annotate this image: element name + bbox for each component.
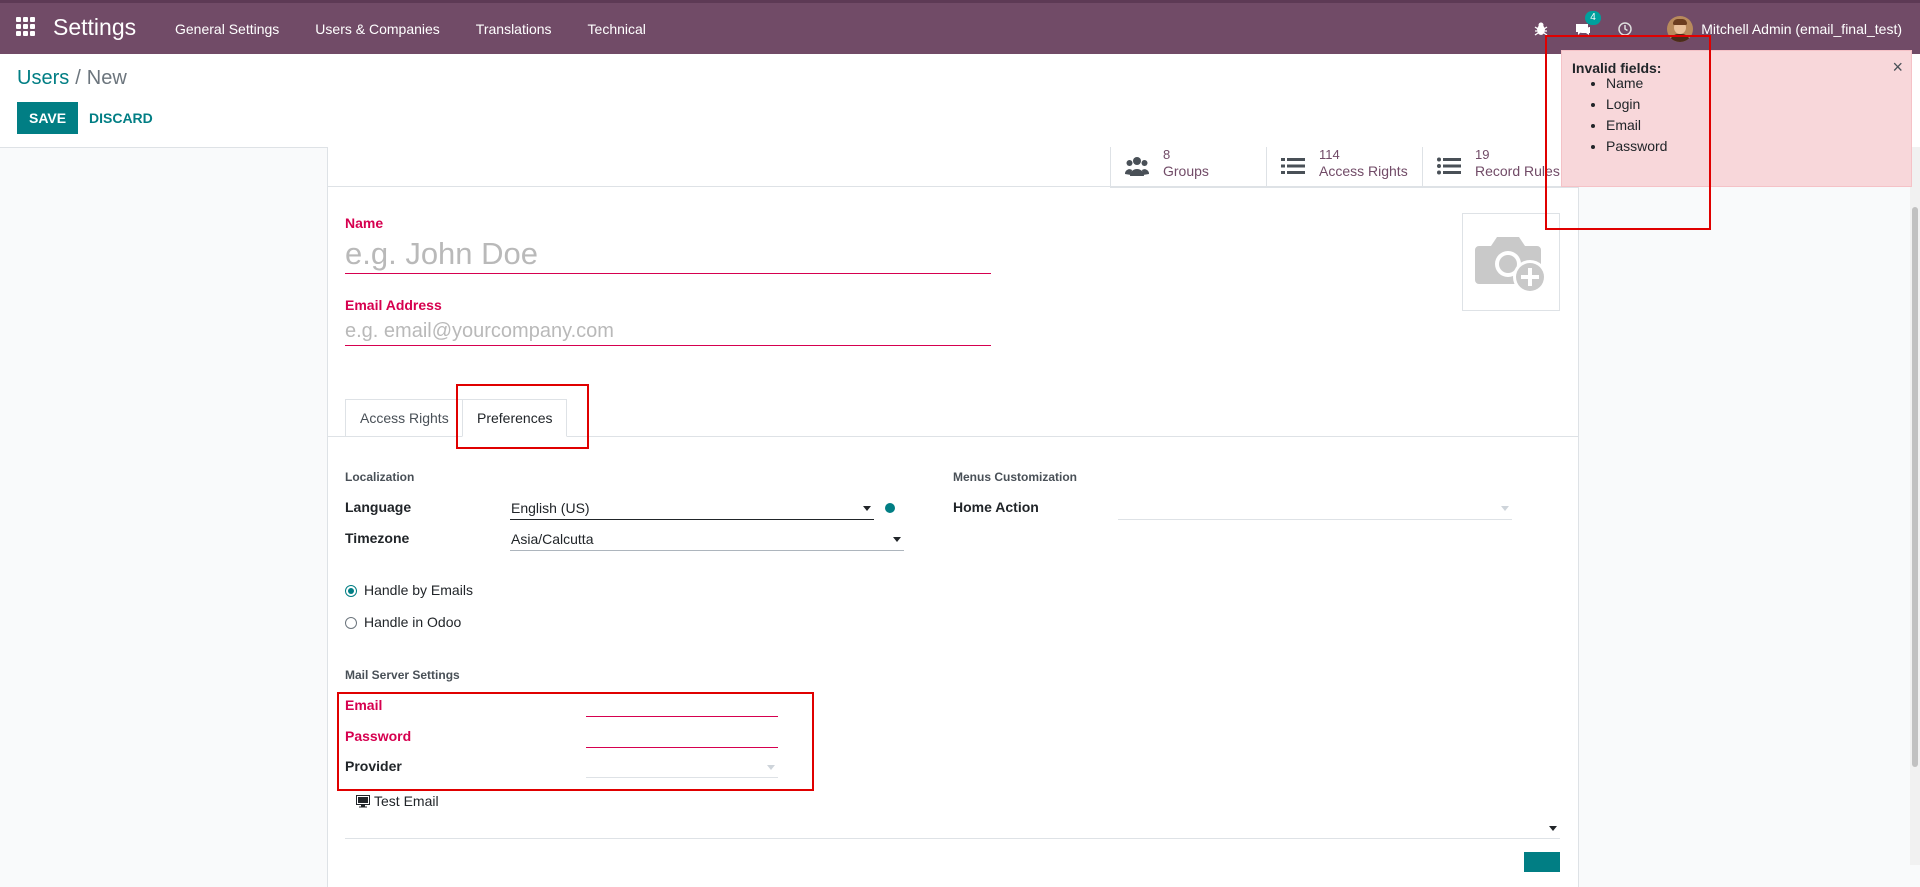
breadcrumb-users[interactable]: Users bbox=[17, 67, 69, 89]
menu-general-settings[interactable]: General Settings bbox=[175, 21, 279, 37]
menu-technical[interactable]: Technical bbox=[588, 21, 646, 37]
form-sheet: 8 Groups 114 Access Rights 19 Record Rul… bbox=[327, 147, 1579, 887]
invalid-fields-list: Name Login Email Password bbox=[1586, 73, 1667, 157]
name-input[interactable] bbox=[345, 235, 991, 274]
apps-menu-icon[interactable] bbox=[16, 17, 36, 37]
invalid-fields-notification: Invalid fields: × Name Login Email Passw… bbox=[1561, 50, 1912, 187]
timezone-select[interactable]: Asia/Calcutta bbox=[510, 529, 904, 551]
menu-translations[interactable]: Translations bbox=[476, 21, 552, 37]
breadcrumb: Users / New bbox=[17, 67, 127, 90]
timezone-value: Asia/Calcutta bbox=[511, 531, 594, 547]
home-action-select[interactable] bbox=[1118, 498, 1512, 520]
camera-plus-icon bbox=[1475, 237, 1547, 294]
access-rights-stat-button[interactable]: 114 Access Rights bbox=[1266, 147, 1422, 187]
email-address-input[interactable] bbox=[345, 317, 991, 346]
user-menu-name[interactable]: Mitchell Admin (email_final_test) bbox=[1701, 21, 1902, 37]
list-item: Name bbox=[1606, 73, 1667, 94]
handle-by-emails-label[interactable]: Handle by Emails bbox=[364, 582, 473, 598]
chevron-down-icon bbox=[767, 765, 775, 770]
language-value: English (US) bbox=[511, 500, 590, 516]
monitor-icon bbox=[356, 795, 370, 808]
mail-provider-select[interactable] bbox=[586, 758, 778, 778]
stat-button-box: 8 Groups 114 Access Rights 19 Record Rul… bbox=[1110, 147, 1578, 188]
access-rights-count: 114 bbox=[1319, 147, 1340, 162]
groups-label: Groups bbox=[1163, 163, 1209, 179]
groups-icon bbox=[1125, 157, 1149, 176]
globe-icon[interactable] bbox=[885, 503, 895, 513]
home-action-label: Home Action bbox=[953, 499, 1039, 515]
mail-email-label: Email bbox=[345, 697, 383, 713]
chevron-down-icon bbox=[893, 537, 901, 542]
mail-provider-label: Provider bbox=[345, 758, 402, 774]
tab-access-rights[interactable]: Access Rights bbox=[345, 399, 464, 436]
breadcrumb-current: New bbox=[86, 67, 127, 89]
app-title[interactable]: Settings bbox=[53, 14, 136, 41]
test-email-button[interactable]: Test Email bbox=[356, 793, 439, 809]
chevron-down-icon bbox=[1549, 826, 1557, 831]
breadcrumb-separator: / bbox=[75, 67, 81, 89]
systray: 4 Mitchell Admin (email_final_test) bbox=[1507, 3, 1902, 54]
chevron-down-icon bbox=[1501, 506, 1509, 511]
page-scrollbar[interactable] bbox=[1910, 147, 1920, 865]
handle-in-odoo-radio[interactable] bbox=[345, 617, 357, 629]
main-menu: General Settings Users & Companies Trans… bbox=[157, 3, 664, 54]
email-address-label: Email Address bbox=[345, 297, 442, 313]
language-select[interactable]: English (US) bbox=[510, 498, 874, 520]
close-icon[interactable]: × bbox=[1892, 57, 1903, 78]
record-rules-count: 19 bbox=[1475, 147, 1490, 162]
list-item: Login bbox=[1606, 94, 1667, 115]
timezone-label: Timezone bbox=[345, 530, 410, 546]
test-email-label: Test Email bbox=[374, 793, 439, 809]
groups-stat-button[interactable]: 8 Groups bbox=[1110, 147, 1266, 187]
groups-count: 8 bbox=[1163, 147, 1171, 162]
chat-icon[interactable]: 4 bbox=[1575, 10, 1601, 37]
clock-icon[interactable] bbox=[1617, 21, 1633, 37]
user-avatar[interactable] bbox=[1667, 15, 1694, 42]
mail-email-input[interactable] bbox=[586, 697, 778, 717]
menus-customization-title: Menus Customization bbox=[953, 470, 1078, 484]
localization-section-title: Localization bbox=[345, 470, 415, 484]
bug-icon[interactable] bbox=[1533, 21, 1549, 37]
chevron-down-icon bbox=[863, 506, 871, 511]
extra-select[interactable] bbox=[345, 819, 1560, 839]
language-label: Language bbox=[345, 499, 412, 515]
mail-password-label: Password bbox=[345, 728, 412, 744]
access-rights-label: Access Rights bbox=[1319, 163, 1408, 179]
discard-button[interactable]: DISCARD bbox=[77, 102, 165, 134]
list-icon bbox=[1281, 158, 1305, 174]
save-button[interactable]: SAVE bbox=[17, 102, 79, 134]
form-tabs: Access Rights Preferences bbox=[328, 399, 1578, 437]
chat-count-badge: 4 bbox=[1585, 10, 1601, 25]
list-icon bbox=[1437, 157, 1461, 175]
name-label: Name bbox=[345, 215, 384, 231]
handle-by-emails-radio[interactable] bbox=[345, 585, 357, 597]
menu-users-companies[interactable]: Users & Companies bbox=[315, 21, 440, 37]
avatar-upload[interactable] bbox=[1462, 213, 1560, 311]
mail-password-input[interactable] bbox=[586, 728, 778, 748]
mail-server-settings-title: Mail Server Settings bbox=[345, 668, 460, 682]
handle-in-odoo-label[interactable]: Handle in Odoo bbox=[364, 614, 461, 630]
record-rules-label: Record Rules bbox=[1475, 163, 1560, 179]
tab-preferences[interactable]: Preferences bbox=[462, 399, 568, 437]
record-rules-stat-button[interactable]: 19 Record Rules bbox=[1422, 147, 1578, 187]
top-navbar: Settings General Settings Users & Compan… bbox=[0, 0, 1920, 54]
list-item: Password bbox=[1606, 136, 1667, 157]
list-item: Email bbox=[1606, 115, 1667, 136]
add-button[interactable] bbox=[1524, 852, 1560, 872]
